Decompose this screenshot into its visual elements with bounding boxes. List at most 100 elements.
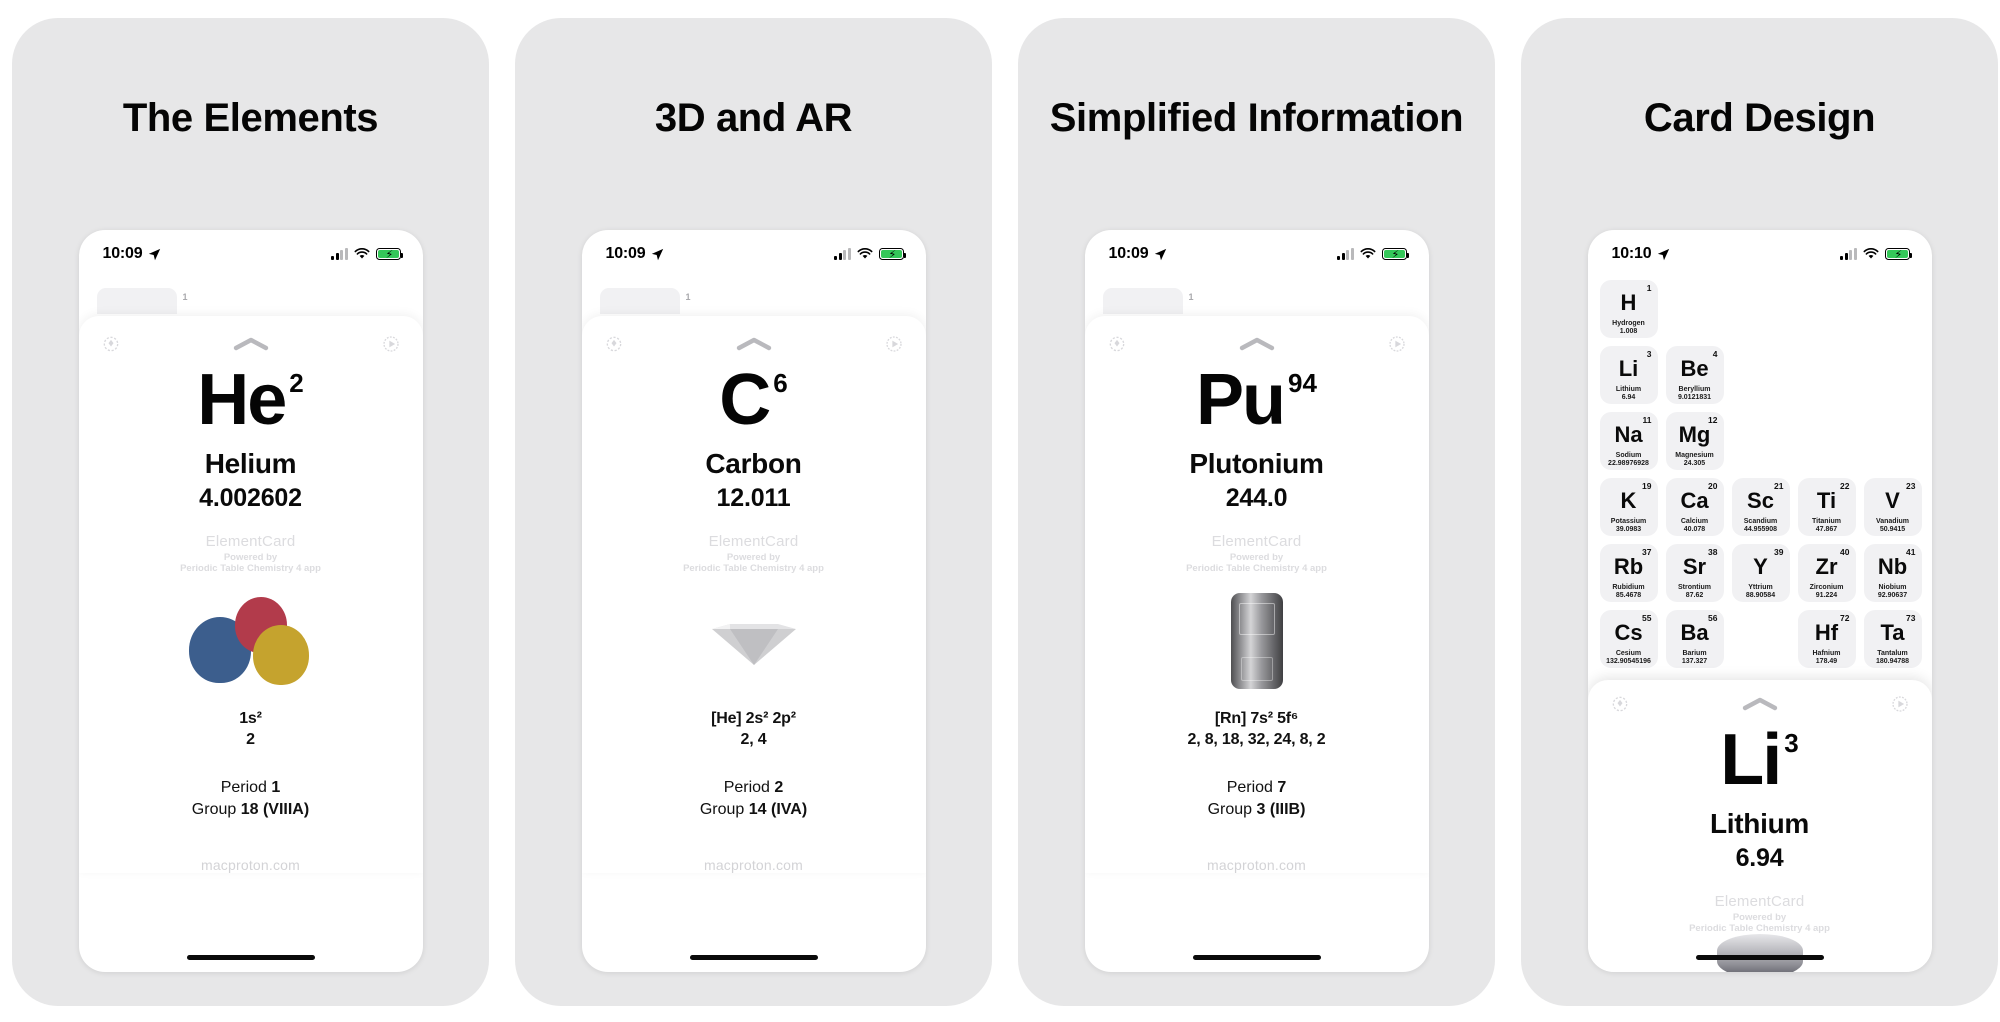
rotate-3d-icon[interactable] bbox=[1610, 694, 1630, 714]
cell-name: Potassium bbox=[1610, 518, 1647, 525]
group-row: Group 14 (IVA) bbox=[582, 801, 926, 819]
cell-name: Barium bbox=[1682, 650, 1707, 657]
home-indicator[interactable] bbox=[689, 954, 818, 960]
cell-mass: 1.008 bbox=[1619, 328, 1638, 335]
cell-mass: 92.90637 bbox=[1877, 592, 1908, 599]
periodic-table-grid[interactable]: 1 H Hydrogen 1.008 3 Li Lithium 6.94 4 B… bbox=[1587, 272, 1932, 668]
element-cell-empty bbox=[1666, 280, 1724, 338]
brand-powered: Powered by bbox=[1229, 552, 1284, 564]
home-indicator[interactable] bbox=[1192, 954, 1321, 960]
cell-symbol: Mg bbox=[1678, 422, 1711, 447]
element-atomic-number: 94 bbox=[1288, 368, 1317, 398]
ar-play-icon[interactable] bbox=[1890, 694, 1910, 714]
cell-mass: 44.955908 bbox=[1743, 526, 1778, 533]
chevron-up-icon[interactable] bbox=[1235, 335, 1279, 353]
cell-symbol: Sc bbox=[1747, 488, 1774, 513]
website-link[interactable]: macproton.com bbox=[79, 857, 423, 873]
period-value: 2 bbox=[774, 779, 784, 797]
rotate-3d-icon[interactable] bbox=[604, 334, 624, 354]
element-cell[interactable]: 11 Na Sodium 22.98976928 bbox=[1599, 412, 1658, 470]
element-name: Carbon bbox=[705, 448, 802, 480]
electron-shells: 2, 8, 18, 32, 24, 8, 2 bbox=[1187, 731, 1326, 749]
element-cell-empty bbox=[1732, 280, 1790, 338]
cell-mass: 6.94 bbox=[1621, 394, 1636, 401]
element-cell[interactable]: 21 Sc Scandium 44.955908 bbox=[1731, 478, 1790, 536]
wifi-icon bbox=[1360, 248, 1375, 259]
element-cell[interactable]: 22 Ti Titanium 47.867 bbox=[1797, 478, 1856, 536]
brand-block: ElementCard Powered by Periodic Table Ch… bbox=[79, 533, 423, 574]
cell-mass: 132.90545196 bbox=[1606, 658, 1651, 665]
period-value: 1 bbox=[271, 779, 281, 797]
group-value: 18 (VIIIA) bbox=[240, 801, 310, 819]
cell-symbol: Ta bbox=[1880, 620, 1905, 645]
electron-configuration: [He] 2s² 2p² bbox=[711, 710, 796, 728]
element-cell[interactable]: 73 Ta Tantalum 180.94788 bbox=[1863, 610, 1922, 668]
element-symbol-row: C 6 bbox=[582, 360, 926, 440]
electron-config-block: [He] 2s² 2p² 2, 4 bbox=[582, 710, 926, 749]
background-sheet: 1 bbox=[78, 272, 423, 316]
diamond-graphic bbox=[711, 624, 796, 666]
phone-mockup: 10:09 ⚡ bbox=[581, 230, 926, 972]
chevron-up-icon[interactable] bbox=[1738, 695, 1782, 713]
element-cell[interactable]: 37 Rb Rubidium 85.4678 bbox=[1599, 544, 1658, 602]
chevron-up-icon[interactable] bbox=[229, 335, 273, 353]
period-row: Period 7 bbox=[1085, 779, 1429, 797]
element-cell[interactable]: 19 K Potassium 39.0983 bbox=[1599, 478, 1658, 536]
element-cell[interactable]: 1 H Hydrogen 1.008 bbox=[1599, 280, 1658, 338]
period-row: Period 1 bbox=[79, 779, 423, 797]
element-visual-plutonium-canister bbox=[1085, 582, 1429, 700]
battery-charging-icon: ⚡ bbox=[878, 248, 906, 261]
panel-title: Card Design bbox=[1643, 96, 1876, 140]
element-cell[interactable]: 40 Zr Zirconium 91.224 bbox=[1797, 544, 1856, 602]
period-row: Period 2 bbox=[582, 779, 926, 797]
element-symbol: C bbox=[719, 360, 771, 440]
element-cell[interactable]: 41 Nb Niobium 92.90637 bbox=[1863, 544, 1922, 602]
element-symbol: Li bbox=[1720, 720, 1782, 800]
group-label: Group bbox=[1207, 801, 1253, 819]
ar-play-icon[interactable] bbox=[1387, 334, 1407, 354]
rotate-3d-icon[interactable] bbox=[1107, 334, 1127, 354]
ar-play-icon[interactable] bbox=[381, 334, 401, 354]
periodic-row: 11 Na Sodium 22.98976928 12 Mg Magnesium… bbox=[1599, 412, 1920, 470]
element-visual-helium-balloons bbox=[79, 582, 423, 700]
cell-name: Vanadium bbox=[1875, 518, 1910, 525]
element-cell[interactable]: 20 Ca Calcium 40.078 bbox=[1665, 478, 1724, 536]
element-cell[interactable]: 56 Ba Barium 137.327 bbox=[1665, 610, 1724, 668]
website-link[interactable]: macproton.com bbox=[582, 857, 926, 873]
element-cell[interactable]: 38 Sr Strontium 87.62 bbox=[1665, 544, 1724, 602]
website-link[interactable]: macproton.com bbox=[1085, 857, 1429, 873]
ar-play-icon[interactable] bbox=[884, 334, 904, 354]
ghost-tab-number: 1 bbox=[1188, 292, 1194, 302]
panel-the-elements: The Elements 10:09 ⚡ 1 He 2 Helium 4.002… bbox=[12, 18, 489, 1006]
brand-title: ElementCard bbox=[708, 533, 799, 551]
element-cell-empty bbox=[1798, 346, 1856, 404]
brand-powered: Powered by bbox=[726, 552, 781, 564]
element-symbol-row: Pu 94 bbox=[1085, 364, 1429, 436]
element-cell[interactable]: 23 V Vanadium 50.9415 bbox=[1863, 478, 1922, 536]
ghost-tab bbox=[96, 288, 177, 314]
home-indicator[interactable] bbox=[186, 954, 315, 960]
panel-title: 3D and AR bbox=[654, 96, 853, 140]
balloon-yellow bbox=[252, 625, 309, 686]
screenshot-stage: The Elements 10:09 ⚡ 1 He 2 Helium 4.002… bbox=[0, 0, 2000, 1022]
card-toolbar bbox=[1085, 320, 1429, 360]
cell-name: Cesium bbox=[1615, 650, 1642, 657]
element-cell[interactable]: 3 Li Lithium 6.94 bbox=[1599, 346, 1658, 404]
cell-symbol: Be bbox=[1680, 356, 1709, 381]
element-symbol-row: He 2 bbox=[79, 364, 423, 436]
element-cell-empty bbox=[1798, 280, 1856, 338]
period-label: Period bbox=[220, 779, 267, 797]
cell-name: Titanium bbox=[1811, 518, 1842, 525]
element-cell[interactable]: 4 Be Beryllium 9.0121831 bbox=[1665, 346, 1724, 404]
chevron-up-icon[interactable] bbox=[732, 335, 776, 353]
element-cell[interactable]: 39 Y Yttrium 88.90584 bbox=[1731, 544, 1790, 602]
element-cell[interactable]: 55 Cs Cesium 132.90545196 bbox=[1599, 610, 1658, 668]
cell-name: Scandium bbox=[1743, 518, 1778, 525]
cell-symbol: Na bbox=[1614, 422, 1643, 447]
element-cell-empty bbox=[1732, 412, 1790, 470]
rotate-3d-icon[interactable] bbox=[101, 334, 121, 354]
element-cell[interactable]: 72 Hf Hafnium 178.49 bbox=[1797, 610, 1856, 668]
element-cell[interactable]: 12 Mg Magnesium 24.305 bbox=[1665, 412, 1724, 470]
home-indicator[interactable] bbox=[1695, 954, 1824, 960]
cell-mass: 50.9415 bbox=[1879, 526, 1906, 533]
